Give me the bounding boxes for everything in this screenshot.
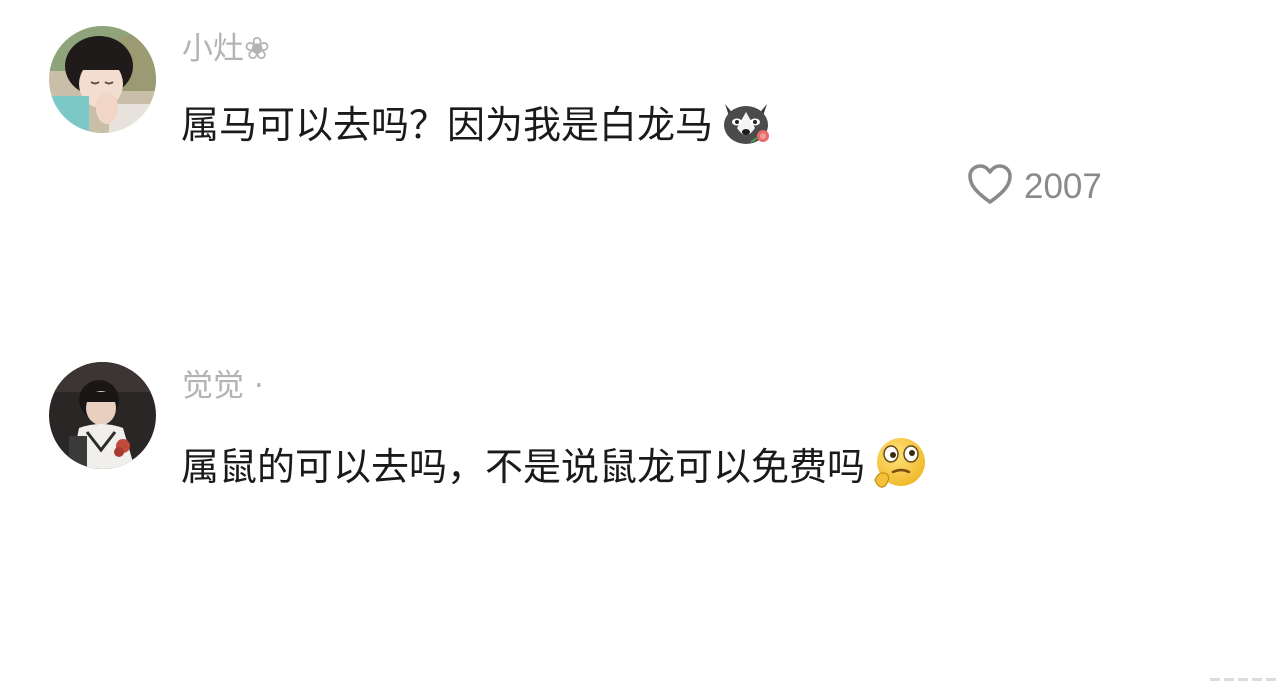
comment-content: 属马可以去吗？因为我是白龙马: [181, 98, 775, 152]
comment-content: 属鼠的可以去吗，不是说鼠龙可以免费吗: [181, 436, 929, 498]
avatar[interactable]: [49, 26, 156, 133]
avatar[interactable]: [49, 362, 156, 469]
heart-outline-icon: [966, 162, 1014, 210]
thinking-eyes-emoji-icon: [869, 436, 929, 498]
like-count: 2007: [1024, 166, 1102, 206]
husky-rose-emoji-icon: [717, 98, 775, 152]
username[interactable]: 觉觉 ·: [182, 371, 264, 402]
comment-text: 属鼠的可以去吗，不是说鼠龙可以免费吗: [181, 445, 866, 489]
username[interactable]: 小灶❀: [182, 34, 270, 65]
comment-item: 小灶❀ 属马可以去吗？因为我是白龙马 2007: [0, 0, 1284, 240]
comment-item: 觉觉 · 属鼠的可以去吗，不是说鼠龙可以免费吗: [0, 340, 1284, 540]
like-button[interactable]: 2007: [966, 162, 1102, 210]
corner-watermark: [1210, 678, 1276, 681]
comment-text: 属马可以去吗？因为我是白龙马: [181, 103, 714, 147]
